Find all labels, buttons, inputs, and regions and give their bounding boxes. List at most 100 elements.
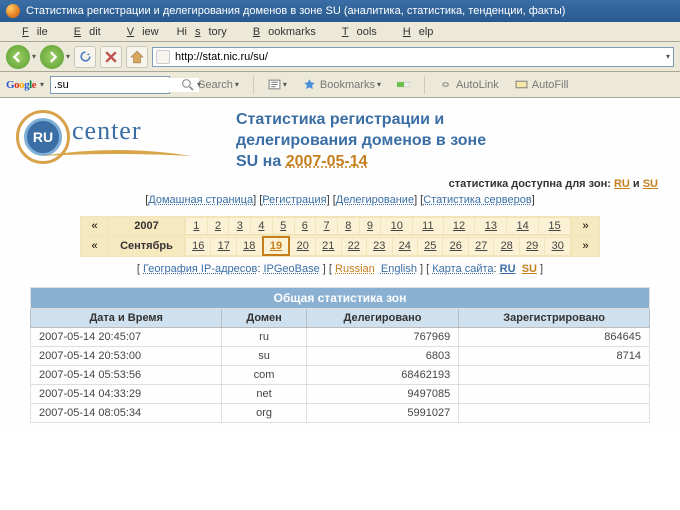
nav-deleg[interactable]: Делегирование bbox=[336, 194, 414, 206]
link-geo[interactable]: География IP-адресов bbox=[143, 263, 257, 275]
cal-next-month[interactable]: » bbox=[572, 236, 600, 257]
url-bar[interactable]: ▾ bbox=[152, 47, 674, 67]
cell-delegated: 9497085 bbox=[306, 385, 459, 404]
cell-datetime: 2007-05-14 20:45:07 bbox=[31, 328, 222, 347]
table-row: 2007-05-14 05:53:56com68462193 bbox=[31, 366, 650, 385]
google-menu-dropdown[interactable]: ▾ bbox=[40, 80, 44, 89]
cal-day[interactable]: 4 bbox=[251, 218, 273, 235]
page-headline: Статистика регистрации и делегирования д… bbox=[236, 110, 664, 172]
nav-srv[interactable]: Статистика серверов bbox=[423, 194, 531, 206]
google-pagerank[interactable] bbox=[392, 77, 415, 92]
google-toolbar: Google ▾ ▾ Search▾ ▾ Bookmarks▾ AutoLink… bbox=[0, 72, 680, 98]
cal-day[interactable]: 26 bbox=[443, 237, 468, 255]
headline-date[interactable]: 2007-05-14 bbox=[286, 153, 368, 170]
cal-day[interactable]: 5 bbox=[272, 218, 294, 235]
cal-day[interactable]: 9 bbox=[359, 218, 381, 235]
cell-domain: com bbox=[222, 366, 306, 385]
page-favicon bbox=[156, 50, 170, 64]
th-datetime: Дата и Время bbox=[31, 309, 222, 328]
google-autolink-button[interactable]: AutoLink bbox=[434, 77, 504, 92]
cell-registered bbox=[459, 366, 650, 385]
cal-day[interactable]: 18 bbox=[236, 237, 262, 255]
cal-day[interactable]: 19 bbox=[263, 237, 290, 255]
menu-tools[interactable]: Tools bbox=[326, 25, 385, 39]
cal-day[interactable]: 10 bbox=[381, 218, 413, 235]
cell-domain: org bbox=[222, 404, 306, 423]
google-news-button[interactable]: ▾ bbox=[263, 77, 292, 92]
forward-button[interactable] bbox=[40, 45, 64, 69]
cal-day[interactable]: 29 bbox=[519, 237, 544, 255]
logo-text: center bbox=[72, 118, 142, 144]
cal-day[interactable]: 30 bbox=[545, 237, 571, 255]
stats-table: Общая статистика зон Дата и Время Домен … bbox=[30, 287, 650, 423]
url-input[interactable] bbox=[173, 49, 668, 65]
toolbar-divider-2 bbox=[424, 76, 425, 94]
google-bookmarks-button[interactable]: Bookmarks▾ bbox=[298, 77, 386, 92]
cal-day[interactable]: 27 bbox=[468, 237, 493, 255]
cell-datetime: 2007-05-14 20:53:00 bbox=[31, 347, 222, 366]
google-logo[interactable]: Google bbox=[6, 79, 36, 91]
table-row: 2007-05-14 04:33:29net9497085 bbox=[31, 385, 650, 404]
nav-toolbar: ▾ ▾ ▾ bbox=[0, 42, 680, 72]
cal-day[interactable]: 3 bbox=[229, 218, 251, 235]
toolbar-divider bbox=[253, 76, 254, 94]
rucenter-logo[interactable]: RU center bbox=[16, 110, 216, 170]
cal-prev-year[interactable]: « bbox=[81, 217, 109, 236]
google-autofill-button[interactable]: AutoFill bbox=[510, 77, 574, 92]
menu-history[interactable]: History bbox=[169, 25, 235, 39]
link-sitemap[interactable]: Карта сайта bbox=[432, 263, 493, 275]
menu-help[interactable]: Help bbox=[387, 25, 442, 39]
menu-file[interactable]: FFileile bbox=[6, 25, 56, 39]
link-sitemap-ru[interactable]: RU bbox=[500, 263, 516, 275]
google-search-box[interactable]: ▾ bbox=[50, 76, 170, 94]
cal-day[interactable]: 16 bbox=[186, 237, 211, 255]
cal-day[interactable]: 23 bbox=[367, 237, 392, 255]
cell-datetime: 2007-05-14 04:33:29 bbox=[31, 385, 222, 404]
cal-day[interactable]: 1 bbox=[186, 218, 208, 235]
links-line: [ География IP-адресов: IPGeoBase ] [ Ru… bbox=[16, 263, 664, 275]
cal-day[interactable]: 17 bbox=[211, 237, 236, 255]
cell-delegated: 68462193 bbox=[306, 366, 459, 385]
forward-dropdown[interactable]: ▾ bbox=[66, 52, 70, 61]
google-search-button[interactable]: Search▾ bbox=[176, 77, 244, 92]
zone-ru-link[interactable]: RU bbox=[614, 178, 630, 190]
menu-bookmarks[interactable]: Bookmarks bbox=[237, 25, 324, 39]
stop-button[interactable] bbox=[100, 46, 122, 68]
site-nav: [Домашная страница] [Регистрация] [Делег… bbox=[16, 194, 664, 206]
cal-day[interactable]: 24 bbox=[392, 237, 417, 255]
cal-day[interactable]: 21 bbox=[316, 237, 341, 255]
cal-day[interactable]: 6 bbox=[294, 218, 316, 235]
back-button[interactable] bbox=[6, 45, 30, 69]
home-button[interactable] bbox=[126, 46, 148, 68]
cal-day[interactable]: 15 bbox=[539, 218, 571, 235]
cal-next-year[interactable]: » bbox=[572, 217, 600, 236]
menu-view[interactable]: View bbox=[111, 25, 167, 39]
th-registered: Зарегистрировано bbox=[459, 309, 650, 328]
back-dropdown[interactable]: ▾ bbox=[32, 52, 36, 61]
cal-day[interactable]: 7 bbox=[316, 218, 338, 235]
link-sitemap-su[interactable]: SU bbox=[522, 263, 537, 275]
reload-button[interactable] bbox=[74, 46, 96, 68]
cal-day[interactable]: 25 bbox=[418, 237, 443, 255]
link-english[interactable]: English bbox=[381, 263, 417, 275]
zone-su-link[interactable]: SU bbox=[643, 178, 658, 190]
cal-day[interactable]: 20 bbox=[289, 237, 315, 255]
firefox-icon bbox=[6, 4, 20, 18]
cal-day[interactable]: 13 bbox=[475, 218, 507, 235]
nav-reg[interactable]: Регистрация bbox=[262, 194, 326, 206]
url-dropdown[interactable]: ▾ bbox=[666, 52, 670, 61]
cal-prev-month[interactable]: « bbox=[81, 236, 109, 257]
cal-day[interactable]: 28 bbox=[494, 237, 519, 255]
menu-bar: FFileile Edit View History Bookmarks Too… bbox=[0, 22, 680, 42]
link-ipgeobase[interactable]: IPGeoBase bbox=[263, 263, 319, 275]
cal-day[interactable]: 14 bbox=[507, 218, 539, 235]
nav-home[interactable]: Домашная страница bbox=[148, 194, 253, 206]
cal-day[interactable]: 2 bbox=[207, 218, 229, 235]
cal-day[interactable]: 11 bbox=[413, 218, 443, 235]
cal-day[interactable]: 8 bbox=[337, 218, 359, 235]
subhead: статистика доступна для зон: RU и SU bbox=[16, 178, 664, 190]
cal-day[interactable]: 22 bbox=[341, 237, 366, 255]
link-russian[interactable]: Russian bbox=[335, 263, 375, 275]
cal-day[interactable]: 12 bbox=[443, 218, 475, 235]
menu-edit[interactable]: Edit bbox=[58, 25, 109, 39]
